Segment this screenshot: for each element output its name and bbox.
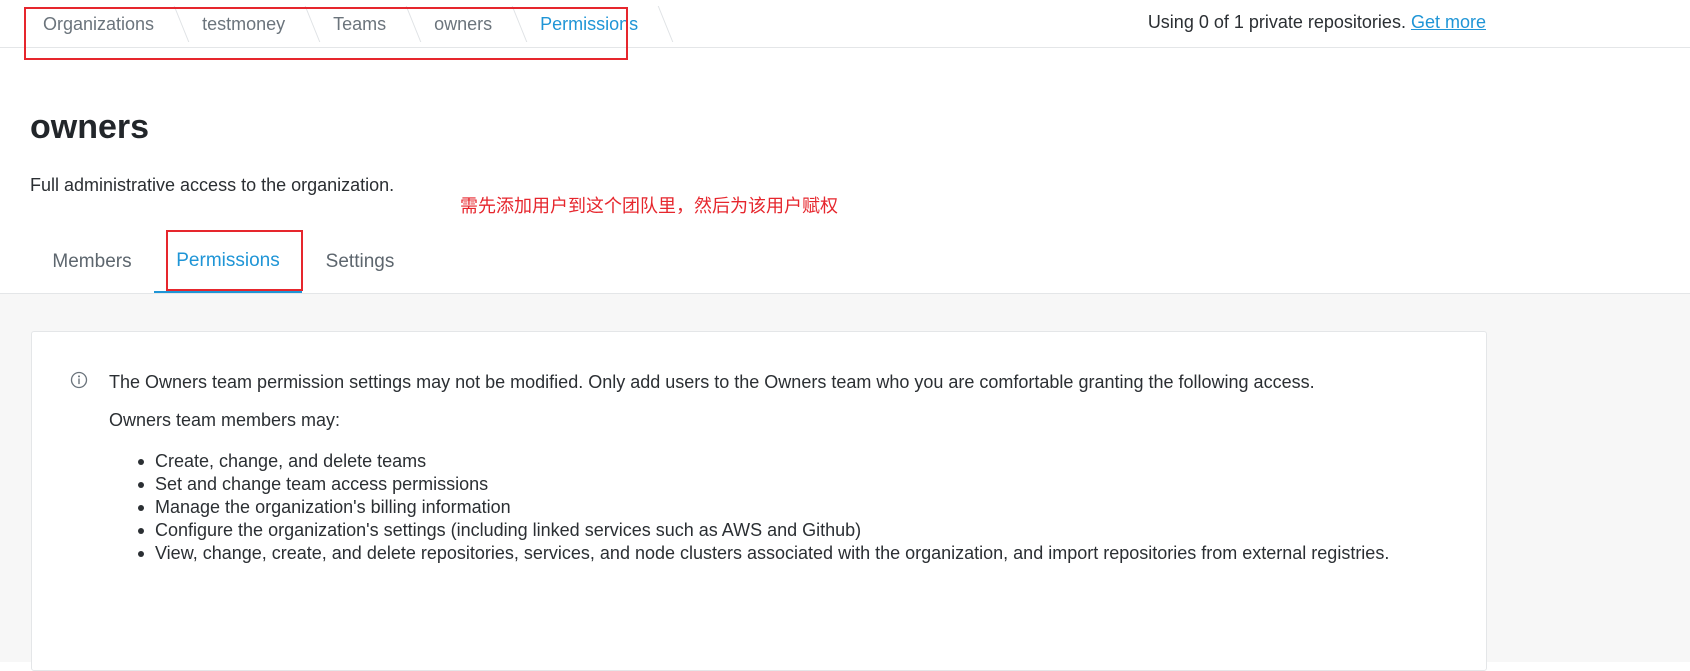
list-item: Configure the organization's settings (i… — [137, 519, 1389, 542]
team-description: Full administrative access to the organi… — [30, 175, 395, 195]
annotation-box-breadcrumb — [24, 7, 628, 60]
get-more-link[interactable]: Get more — [1411, 12, 1486, 32]
list-item: Manage the organization's billing inform… — [137, 496, 1389, 519]
list-item: View, change, create, and delete reposit… — [137, 543, 1390, 563]
permissions-notice: The Owners team permission settings may … — [109, 372, 1315, 392]
permissions-list: Create, change, and delete teams Set and… — [137, 450, 1390, 565]
tab-settings[interactable]: Settings — [302, 230, 418, 293]
repo-usage-text: Using 0 of 1 private repositories. — [1147, 12, 1406, 32]
permissions-intro: Owners team members may: — [109, 410, 341, 430]
list-item: Set and change team access permissions — [137, 473, 1389, 496]
info-icon — [70, 371, 88, 389]
tab-members[interactable]: Members — [30, 230, 154, 293]
annotation-note: 需先添加用户到这个团队里，然后为该用户赋权 — [460, 196, 838, 217]
repo-usage: Using 0 of 1 private repositories. Get m… — [1148, 12, 1486, 33]
list-item: Create, change, and delete teams — [137, 450, 1389, 473]
permissions-panel: The Owners team permission settings may … — [31, 331, 1487, 671]
page-title: owners — [30, 108, 150, 146]
annotation-box-tab — [166, 230, 303, 291]
